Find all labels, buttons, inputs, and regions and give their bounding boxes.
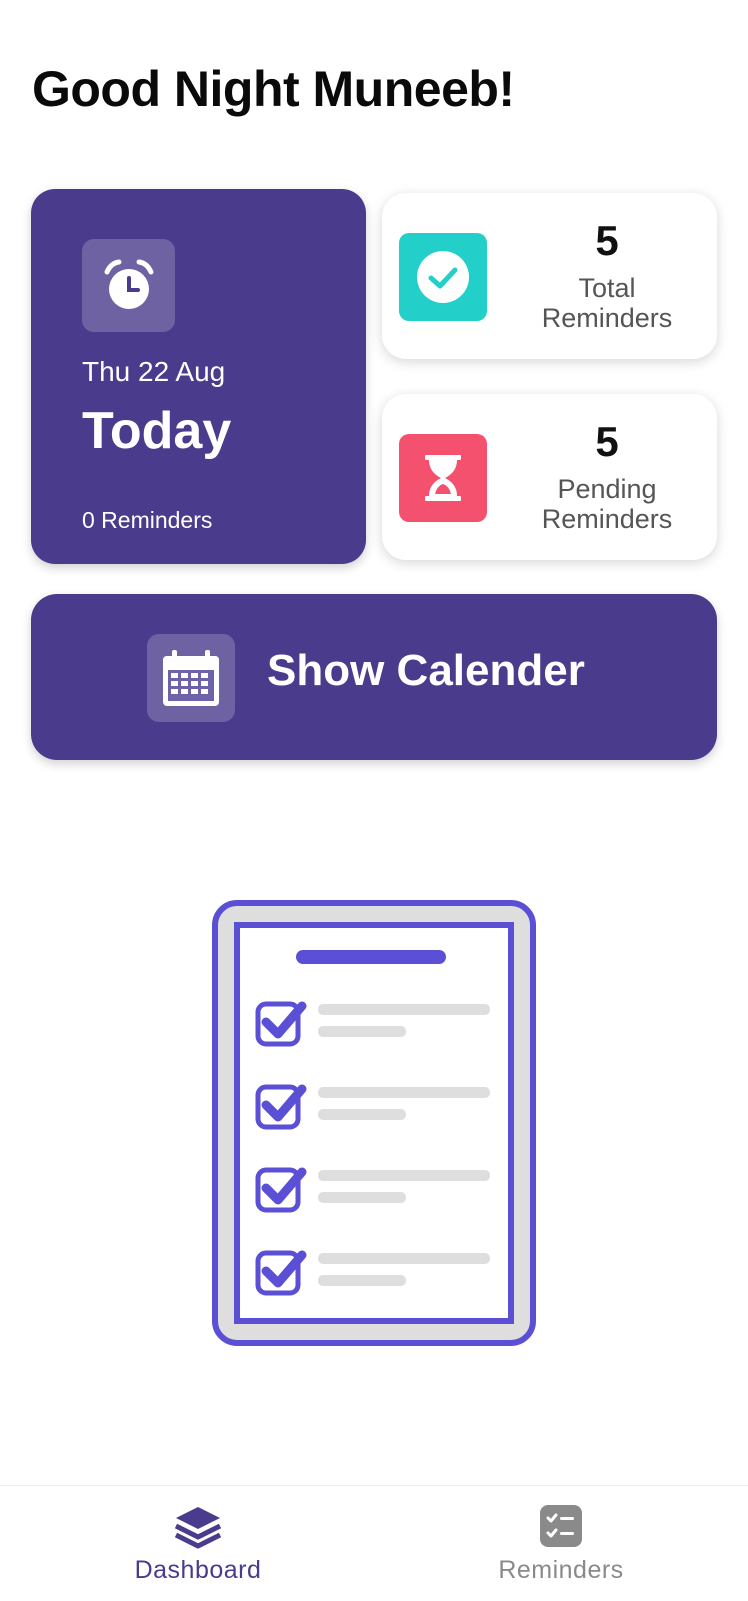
checklist-illustration: [212, 900, 536, 1346]
nav-item-dashboard[interactable]: Dashboard: [11, 1486, 385, 1601]
calendar-icon: [147, 634, 235, 722]
checklist-icon: [539, 1504, 583, 1553]
pending-reminders-card[interactable]: 5 Pending Reminders: [382, 394, 717, 560]
today-date: Thu 22 Aug: [82, 356, 226, 387]
show-calendar-button[interactable]: Show Calender: [31, 594, 717, 760]
nav-item-reminders[interactable]: Reminders: [374, 1486, 748, 1601]
total-reminders-label: Total Reminders: [512, 273, 702, 333]
pending-label-line2: Reminders: [541, 504, 673, 534]
pending-reminders-label: Pending Reminders: [512, 474, 702, 534]
nav-label-dashboard: Dashboard: [134, 1556, 262, 1584]
total-label-line2: Reminders: [541, 303, 673, 333]
bottom-navigation: Dashboard Reminders: [0, 1485, 748, 1601]
nav-label-reminders: Reminders: [498, 1556, 624, 1584]
layers-icon: [173, 1504, 223, 1555]
check-circle-icon: [399, 233, 487, 321]
today-card[interactable]: Thu 22 Aug Today 0 Reminders: [31, 189, 366, 564]
greeting-title: Good Night Muneeb!: [32, 61, 515, 117]
today-reminder-count: 0 Reminders: [82, 507, 213, 533]
total-reminders-value: 5: [595, 217, 619, 264]
pending-reminders-value: 5: [595, 418, 619, 465]
show-calendar-label: Show Calender: [267, 646, 585, 695]
total-label-line1: Total: [578, 273, 636, 303]
pending-label-line1: Pending: [557, 474, 657, 504]
alarm-clock-icon: [82, 239, 175, 332]
total-reminders-card[interactable]: 5 Total Reminders: [382, 193, 717, 359]
today-label: Today: [82, 402, 232, 460]
hourglass-icon: [399, 434, 487, 522]
